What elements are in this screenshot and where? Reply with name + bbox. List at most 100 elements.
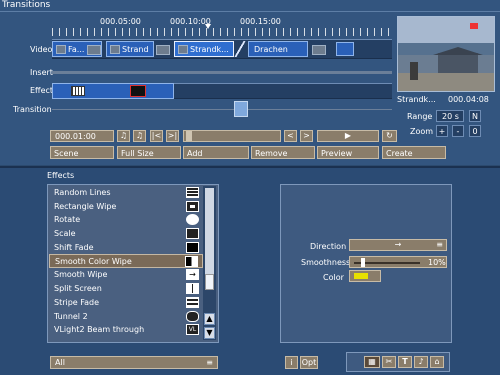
preview-clip-name: Strandk...: [397, 95, 436, 104]
color-label: Color: [323, 273, 344, 282]
home-icon[interactable]: ⌂: [430, 356, 444, 368]
list-item[interactable]: Random Lines: [49, 186, 203, 200]
list-item-label: Stripe Fade: [54, 298, 100, 307]
tunnel-icon: [186, 311, 199, 322]
time-ruler[interactable]: 000.05:00 000.10:00 000.15:00: [52, 14, 392, 36]
scrollbar-track-fill: [205, 188, 214, 286]
scrollbar-thumb[interactable]: [205, 274, 214, 290]
slider-knob[interactable]: [360, 258, 365, 267]
video-clip[interactable]: Strand: [106, 41, 154, 57]
list-item-label: Rectangle Wipe: [54, 202, 117, 211]
zoom-out-button[interactable]: -: [452, 125, 464, 137]
list-item[interactable]: VLight2 Beam through VL: [49, 323, 203, 337]
scrollbar-thumb[interactable]: [186, 131, 192, 141]
add-button[interactable]: Add: [183, 146, 249, 159]
clip-thumbnail: [110, 45, 120, 54]
effect-track-label: Effect: [30, 86, 54, 95]
range-label: Range: [407, 112, 433, 121]
full-size-button[interactable]: Full Size: [117, 146, 181, 159]
clip-thumbnail: [156, 45, 170, 55]
list-item[interactable]: Split Screen: [49, 282, 203, 296]
cut-icon[interactable]: ✂: [382, 356, 396, 368]
scene-button[interactable]: Scene: [50, 146, 114, 159]
smoothness-slider[interactable]: 10%: [349, 256, 447, 268]
list-item[interactable]: Rotate: [49, 213, 203, 227]
filter-value: All: [55, 358, 65, 367]
direction-select[interactable]: → ≡: [349, 239, 447, 251]
section-divider: [0, 166, 500, 168]
music-note-icon[interactable]: ♫: [117, 130, 130, 142]
list-item[interactable]: Tunnel 2: [49, 310, 203, 324]
video-track-label: Video: [30, 45, 53, 54]
range-value-field[interactable]: 20 s: [436, 110, 464, 122]
list-item-label: Random Lines: [54, 188, 111, 197]
remove-button[interactable]: Remove: [251, 146, 315, 159]
clip-thumbnail: [312, 45, 326, 55]
ruler-ticks: [52, 28, 392, 36]
list-item[interactable]: Smooth Wipe →: [49, 268, 203, 282]
zoom-reset-button[interactable]: 0: [469, 125, 481, 137]
play-icon[interactable]: ▶: [317, 130, 379, 142]
color-swatch: [354, 273, 368, 279]
lines-icon: [186, 187, 199, 198]
timeline-scrollbar[interactable]: [183, 130, 281, 142]
title-text-icon[interactable]: T: [398, 356, 412, 368]
dropdown-icon: ≡: [436, 240, 443, 249]
list-item-label: VLight2 Beam through: [54, 325, 145, 334]
preview-kite-icon: [470, 23, 478, 29]
prev-arrow-icon[interactable]: <: [284, 130, 297, 142]
dropdown-icon: ≡: [206, 358, 213, 367]
zoom-in-button[interactable]: +: [436, 125, 448, 137]
scale-icon: [186, 228, 199, 239]
options-button[interactable]: Opt: [300, 356, 318, 369]
insert-track[interactable]: [52, 71, 392, 74]
next-arrow-icon[interactable]: >: [300, 130, 313, 142]
clip-label: Strandk...: [190, 45, 229, 54]
effects-title: Effects: [47, 171, 75, 180]
list-item[interactable]: Scale: [49, 227, 203, 241]
preview-timecode: 000.04:08: [448, 95, 489, 104]
playhead-marker[interactable]: [205, 24, 211, 29]
ruler-tick-label: 000.05:00: [100, 17, 141, 26]
clip-thumbnail: [87, 45, 101, 55]
info-button[interactable]: i: [285, 356, 298, 369]
preview-sky: [398, 17, 494, 45]
skip-forward-icon[interactable]: >|: [166, 130, 179, 142]
list-item-selected[interactable]: Smooth Color Wipe: [49, 254, 203, 268]
preview-roof: [433, 47, 483, 55]
scroll-down-icon[interactable]: ▼: [204, 327, 215, 339]
range-n-button[interactable]: N: [469, 110, 481, 122]
clip-label: Drachen: [254, 45, 288, 54]
scroll-up-icon[interactable]: ▲: [204, 313, 215, 325]
audio-mix-icon[interactable]: ♪: [414, 356, 428, 368]
skip-back-icon[interactable]: |<: [150, 130, 163, 142]
shift-fade-icon: [186, 242, 199, 253]
list-item-label: Scale: [54, 229, 76, 238]
video-clip-selected[interactable]: Strandk...: [174, 41, 234, 57]
transition-marker[interactable]: [234, 101, 248, 117]
ruler-tick-label: 000.15:00: [240, 17, 281, 26]
transition-slash-icon: [234, 41, 246, 57]
list-item[interactable]: Shift Fade: [49, 241, 203, 255]
effects-filter-select[interactable]: All ≡: [50, 356, 218, 369]
clip-label: Strand: [122, 45, 149, 54]
preview-button[interactable]: Preview: [317, 146, 379, 159]
storyboard-icon[interactable]: ▦: [364, 356, 380, 368]
smoothness-label: Smoothness: [301, 258, 351, 267]
color-picker-button[interactable]: [349, 270, 381, 282]
clip-thumbnail: [56, 45, 66, 54]
list-item[interactable]: Stripe Fade: [49, 296, 203, 310]
window-title: Transitions: [2, 0, 51, 10]
video-clip[interactable]: Drachen: [248, 41, 308, 57]
timecode-field[interactable]: 000.01:00: [50, 130, 114, 142]
stripe-fade-icon: [186, 297, 199, 308]
list-item[interactable]: Rectangle Wipe: [49, 200, 203, 214]
clip-thumbnail: [178, 45, 188, 54]
rotate-icon: [186, 214, 199, 225]
create-button[interactable]: Create: [382, 146, 446, 159]
music-note-alt-icon[interactable]: ♫: [133, 130, 146, 142]
loop-icon[interactable]: ↻: [382, 130, 397, 142]
direction-label: Direction: [310, 242, 347, 251]
keyboard-icon: [71, 86, 85, 96]
rectangle-icon: [186, 201, 199, 212]
